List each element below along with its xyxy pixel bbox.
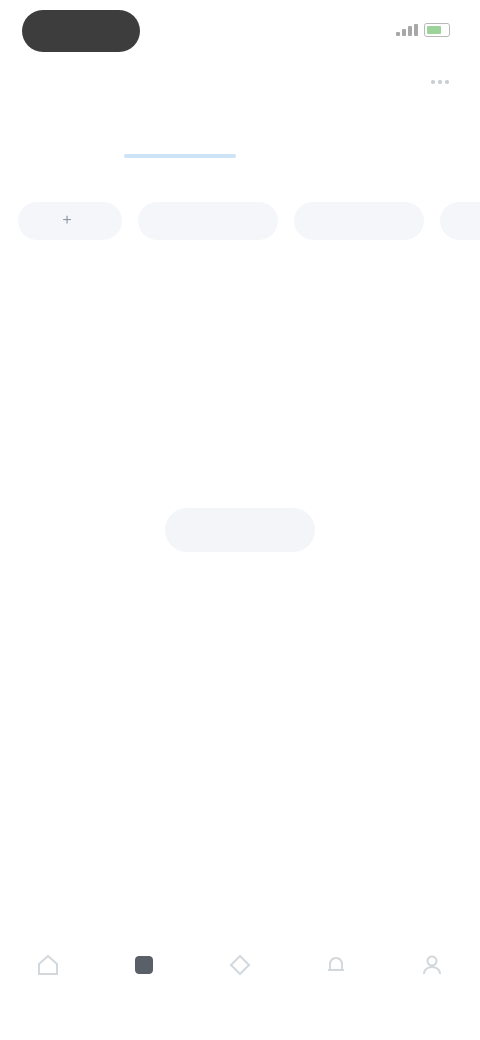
tab-1[interactable] xyxy=(24,128,88,162)
nav-item-2[interactable] xyxy=(96,950,192,1020)
chip-4[interactable] xyxy=(440,202,480,240)
nav-item-1[interactable] xyxy=(0,950,96,1020)
tab-3[interactable] xyxy=(268,128,332,162)
bottom-navigation xyxy=(0,930,480,1040)
signal-icon xyxy=(396,24,418,36)
square-icon xyxy=(129,950,159,980)
nav-item-3[interactable] xyxy=(192,950,288,1020)
more-icon xyxy=(431,80,449,84)
bell-icon xyxy=(321,950,351,980)
top-tabs xyxy=(0,118,480,174)
diamond-icon xyxy=(225,950,255,980)
nav-item-4[interactable] xyxy=(288,950,384,1020)
section-header xyxy=(22,272,458,306)
status-time-pill xyxy=(22,10,140,52)
chip-3[interactable] xyxy=(294,202,424,240)
home-icon xyxy=(33,950,63,980)
tab-active-indicator xyxy=(124,154,236,158)
nav-item-5[interactable] xyxy=(384,950,480,1020)
chip-2[interactable] xyxy=(138,202,278,240)
profile-icon xyxy=(417,950,447,980)
app-screen: + xyxy=(0,0,480,1040)
plus-icon: + xyxy=(62,212,72,229)
status-indicators xyxy=(396,20,450,40)
empty-state-action-button[interactable] xyxy=(165,508,315,552)
empty-state xyxy=(0,470,480,552)
battery-icon xyxy=(424,23,450,37)
more-button[interactable] xyxy=(424,66,456,98)
filter-chips: + xyxy=(0,196,480,248)
chip-add[interactable]: + xyxy=(18,202,122,240)
